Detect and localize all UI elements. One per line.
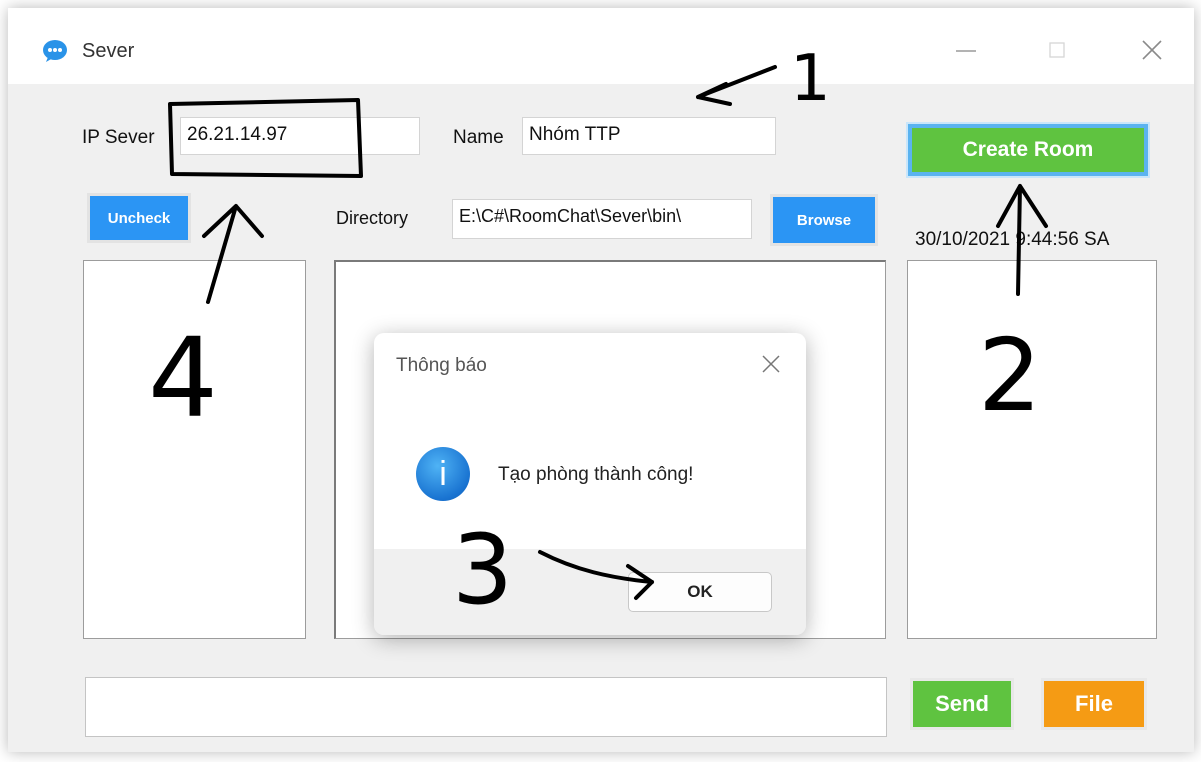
client-checklist[interactable] (83, 260, 306, 639)
dialog-message: Tạo phòng thành công! (498, 464, 694, 485)
ip-label: IP Sever (82, 127, 155, 148)
browse-button[interactable]: Browse (770, 194, 878, 246)
send-button[interactable]: Send (910, 678, 1014, 730)
name-input[interactable]: Nhóm TTP (522, 117, 776, 155)
window-title: Sever (82, 40, 135, 62)
notification-dialog: Thông báo i Tạo phòng thành công! OK (374, 333, 806, 635)
info-icon: i (416, 447, 470, 501)
close-icon[interactable] (1132, 30, 1172, 70)
maximize-icon[interactable] (1036, 30, 1076, 70)
ip-input[interactable]: 26.21.14.97 (180, 117, 420, 155)
minimize-icon[interactable] (946, 30, 986, 70)
timestamp-label: 30/10/2021 9:44:56 SA (915, 229, 1110, 250)
uncheck-button[interactable]: Uncheck (87, 193, 191, 243)
ok-button[interactable]: OK (628, 572, 772, 612)
room-list[interactable] (907, 260, 1157, 639)
name-label: Name (453, 127, 504, 148)
dialog-title: Thông báo (396, 355, 487, 376)
message-input[interactable] (85, 677, 887, 737)
file-button[interactable]: File (1041, 678, 1147, 730)
chat-bubble-icon (43, 40, 67, 62)
title-bar[interactable]: Sever (8, 8, 1194, 84)
create-room-button[interactable]: Create Room (908, 124, 1148, 176)
dialog-close-icon[interactable] (758, 351, 784, 377)
directory-input[interactable]: E:\C#\RoomChat\Sever\bin\ (452, 199, 752, 239)
directory-label: Directory (336, 208, 409, 228)
